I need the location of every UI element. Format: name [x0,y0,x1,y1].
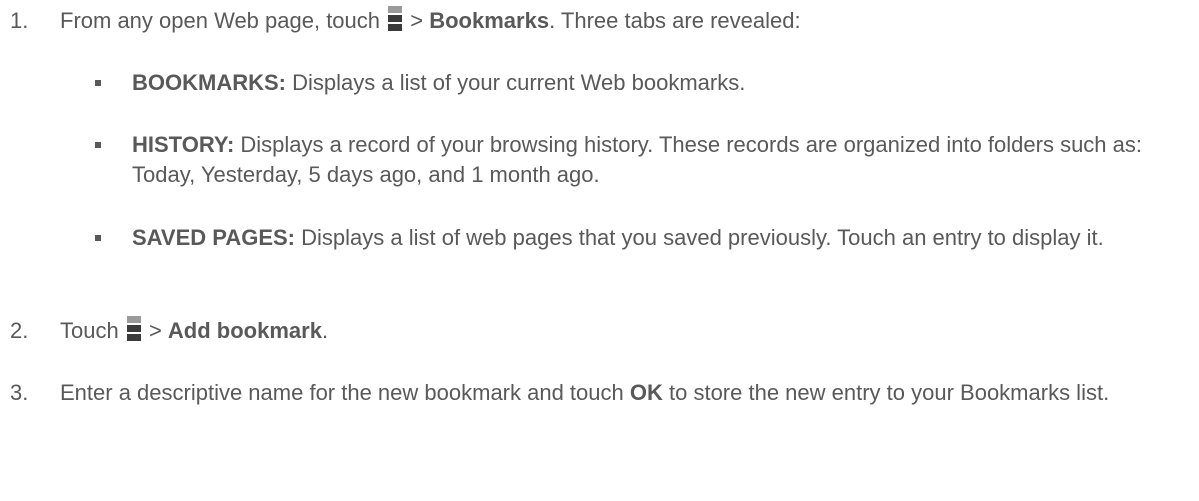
step-text: Enter a descriptive name for the new boo… [60,378,1189,408]
step-bold: Add bookmark [167,318,322,343]
step-number: 3. [10,380,29,405]
step-text-after: . [321,318,329,343]
step-bold: OK [629,380,663,405]
subitem-term: HISTORY: [132,132,235,157]
step-text-before: From any open Web page, touch [60,8,381,33]
subitem-term: SAVED PAGES: [132,225,295,250]
step-bold: Bookmarks [429,8,550,33]
step-number: 2. [10,318,29,343]
step-number: 1. [10,8,29,33]
step-text: Touch > Add bookmark. [60,316,1189,346]
bullet [95,80,101,86]
subitem-description: Displays a list of web pages that you sa… [301,225,1104,250]
menu-icon [126,316,141,341]
step-text-before: Enter a descriptive name for the new boo… [60,380,624,405]
step-text: From any open Web page, touch > Bookmark… [60,6,1189,36]
subitem-description: Displays a list of your current Web book… [292,70,746,95]
subitem-term: BOOKMARKS: [132,70,286,95]
step-text-before: Touch [60,318,119,343]
step-text-after: . Three tabs are revealed: [549,8,801,33]
step-text-after: to store the new entry to your Bookmarks… [669,380,1110,405]
bullet [95,235,101,241]
separator: > [404,8,430,33]
bullet [95,142,101,148]
menu-icon [388,6,403,31]
separator: > [142,318,168,343]
subitem-description: Displays a record of your browsing histo… [132,132,1143,187]
